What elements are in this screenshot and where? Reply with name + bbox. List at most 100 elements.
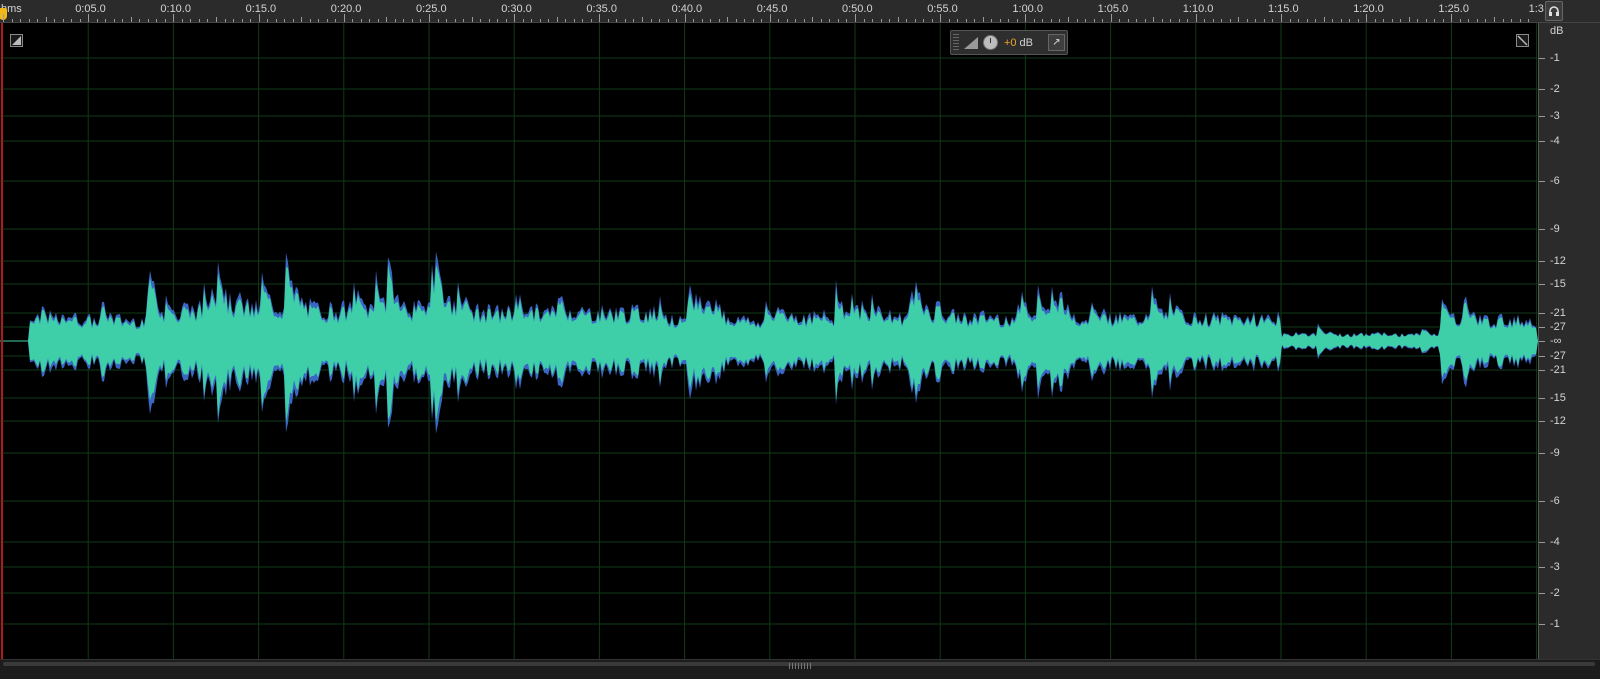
ruler-tick — [514, 14, 516, 22]
horizontal-scrollbar[interactable] — [0, 659, 1600, 679]
ruler-tick — [855, 14, 856, 22]
hud-drag-grip[interactable] — [953, 34, 959, 51]
ruler-tick — [991, 19, 993, 22]
db-label: -9 — [1550, 223, 1560, 235]
ruler-tick — [45, 17, 47, 22]
ruler-tick — [1059, 19, 1061, 22]
time-label: 0:55.0 — [927, 3, 958, 15]
ruler-tick — [872, 19, 874, 22]
ruler-tick — [233, 19, 235, 22]
db-label: -15 — [1550, 278, 1566, 290]
ruler-tick — [394, 19, 396, 22]
ruler-tick — [224, 19, 226, 22]
ruler-tick — [1204, 19, 1206, 22]
ruler-tick — [667, 19, 669, 22]
ruler-tick — [275, 19, 277, 22]
time-label: 1:05.0 — [1097, 3, 1129, 15]
ruler-tick — [684, 14, 686, 22]
db-tick — [1539, 261, 1545, 262]
ruler-tick — [1212, 19, 1214, 22]
ruler-tick — [343, 14, 345, 22]
time-label: 0:45.0 — [756, 3, 788, 15]
ruler-tick — [420, 19, 422, 22]
volume-value[interactable]: +0 — [1004, 37, 1017, 49]
ruler-tick — [1451, 14, 1453, 22]
collapse-left-icon[interactable] — [10, 34, 23, 47]
time-label: 1:15.0 — [1268, 3, 1299, 15]
ruler-tick — [769, 14, 771, 22]
time-label: 0:25.0 — [416, 3, 447, 15]
ruler-tick — [1349, 19, 1351, 22]
ruler-tick — [965, 19, 967, 22]
ruler-tick — [352, 19, 354, 22]
ruler-tick — [863, 19, 865, 22]
waveform-area[interactable] — [0, 23, 1538, 659]
ruler-tick — [676, 19, 678, 22]
headphone-icon[interactable] — [1545, 1, 1563, 21]
waveform-editor: hms 0:05.0 0:10.0 0:15.0 0:20.0 0:25.0 0:30.0… — [0, 0, 1600, 679]
db-label: -12 — [1550, 255, 1566, 267]
ruler-tick — [1033, 19, 1035, 22]
scrollbar-grip[interactable] — [789, 663, 813, 669]
db-label: -∞ — [1550, 335, 1562, 347]
db-label: -21 — [1550, 307, 1566, 319]
collapse-right-icon[interactable] — [1516, 34, 1529, 47]
ruler-tick — [778, 19, 780, 22]
ruler-tick — [957, 19, 959, 22]
ruler-tick — [752, 19, 754, 22]
time-label: 0:40.0 — [671, 3, 703, 15]
time-ruler[interactable]: hms 0:05.0 0:10.0 0:15.0 0:20.0 0:25.0 0:30.0… — [0, 0, 1600, 23]
db-unit-label: dB — [1550, 25, 1564, 37]
ruler-tick — [1263, 19, 1265, 22]
ruler-tick — [744, 19, 746, 22]
db-tick — [1539, 501, 1545, 502]
time-label: 0:50.0 — [842, 3, 873, 15]
time-label: 0:10.0 — [160, 3, 191, 15]
ruler-tick — [28, 19, 30, 22]
ruler-tick — [1093, 19, 1095, 22]
db-tick — [1539, 58, 1545, 59]
db-tick — [1539, 89, 1545, 90]
volume-knob[interactable] — [983, 35, 998, 50]
scrollbar-thumb[interactable] — [3, 662, 1595, 669]
ruler-tick — [1144, 19, 1146, 22]
ruler-tick — [1400, 19, 1402, 22]
ruler-tick — [250, 19, 252, 22]
ruler-tick — [701, 19, 703, 22]
ruler-tick — [190, 19, 192, 22]
ruler-tick — [1476, 19, 1478, 22]
ruler-tick — [497, 19, 499, 22]
ruler-tick — [693, 19, 695, 22]
db-tick — [1539, 116, 1545, 117]
ruler-tick — [1383, 19, 1385, 22]
ruler-tick — [837, 19, 839, 22]
ruler-tick — [369, 19, 371, 22]
ruler-tick — [727, 17, 729, 22]
ruler-tick — [1340, 19, 1342, 22]
db-tick — [1539, 229, 1545, 230]
db-tick — [1539, 567, 1545, 568]
db-label: -27 — [1550, 321, 1566, 333]
ruler-tick — [1170, 19, 1172, 22]
db-label: -3 — [1550, 110, 1560, 122]
ruler-tick — [616, 19, 618, 22]
ruler-tick — [710, 19, 712, 22]
db-tick — [1539, 593, 1545, 594]
ruler-tick — [20, 19, 22, 22]
ruler-tick — [1357, 19, 1359, 22]
ruler-tick — [1068, 17, 1069, 22]
playhead-cursor[interactable] — [1, 23, 3, 659]
pin-icon[interactable]: ↗ — [1048, 34, 1065, 51]
ruler-tick — [377, 19, 379, 22]
ruler-tick — [198, 19, 200, 22]
db-label: -1 — [1550, 618, 1560, 630]
ruler-tick — [556, 17, 558, 22]
ruler-tick — [718, 19, 720, 22]
time-label: 0:05.0 — [75, 3, 106, 15]
ruler-tick — [3, 14, 4, 22]
ruler-tick — [1485, 19, 1487, 22]
ruler-tick — [1425, 19, 1427, 22]
db-label: -1 — [1550, 52, 1560, 64]
ruler-tick — [659, 19, 661, 22]
ruler-tick — [258, 14, 260, 22]
